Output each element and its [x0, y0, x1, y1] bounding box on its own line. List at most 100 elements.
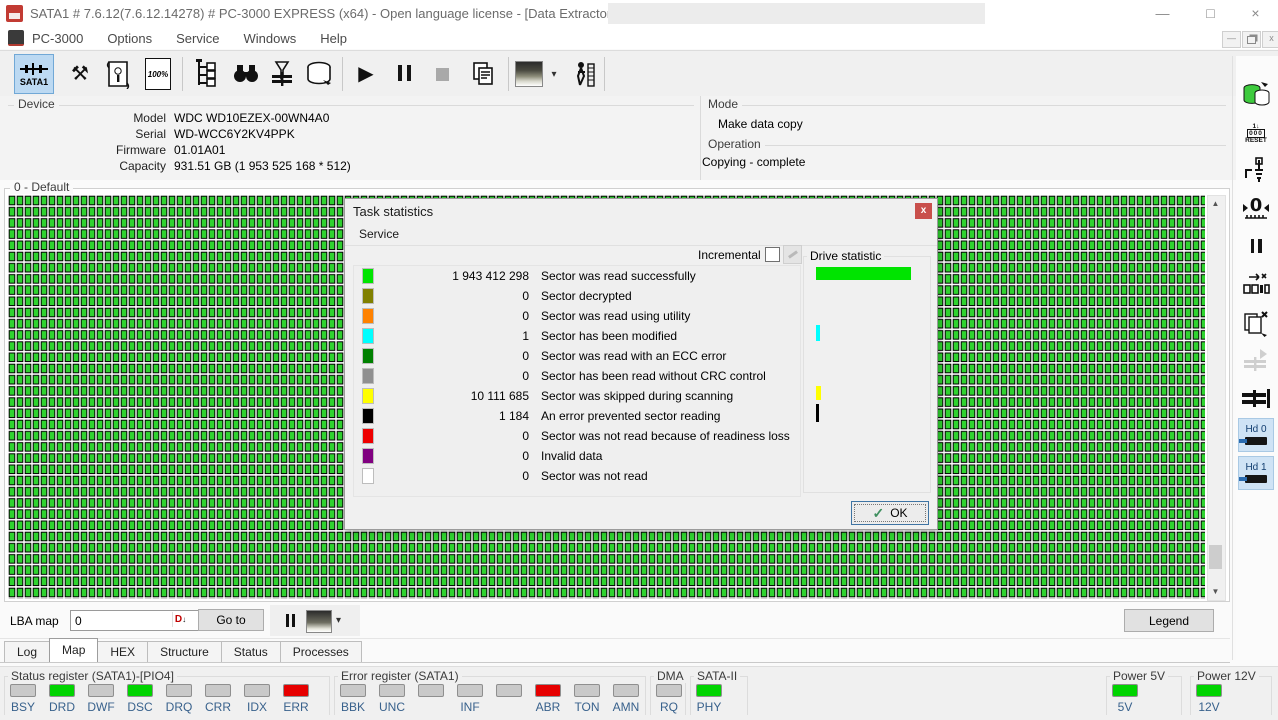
head-test-button[interactable]	[1238, 154, 1274, 188]
maximize-button[interactable]: □	[1188, 0, 1233, 27]
person-icon	[576, 62, 595, 87]
menu-item-options[interactable]: Options	[107, 31, 152, 46]
menu-item-service[interactable]: Service	[176, 31, 219, 46]
stat-count: 1	[522, 329, 529, 343]
filter-button[interactable]	[262, 54, 302, 94]
led-cell: AMN	[613, 684, 639, 714]
led-label: ABR	[535, 700, 561, 714]
stat-label: Sector has been modified	[541, 329, 678, 343]
drive-stat-bar	[816, 404, 819, 422]
device-field-row: Serial WD-WCC6Y2KV4PPK	[8, 126, 694, 142]
window-title: SATA1 # 7.6.12(7.6.12.14278) # PC-3000 E…	[30, 6, 657, 21]
copy-pages-button[interactable]	[464, 54, 504, 94]
led-indicator-amn	[613, 684, 639, 697]
merge-filter-button[interactable]	[1238, 382, 1274, 416]
stat-row: 1 943 412 298 Sector was read successfull…	[354, 266, 800, 286]
legend-button[interactable]: Legend	[1124, 609, 1214, 632]
stat-count: 0	[522, 449, 529, 463]
map-scrollbar[interactable]: ▲ ▼	[1207, 195, 1226, 601]
mdi-restore-button[interactable]	[1242, 31, 1261, 48]
tab-status[interactable]: Status	[220, 641, 281, 662]
tab-processes[interactable]: Processes	[279, 641, 362, 662]
edit-button[interactable]	[783, 245, 802, 264]
decimal-mode-icon[interactable]: D↓	[172, 612, 188, 627]
tab-map[interactable]: Map	[49, 638, 99, 662]
map-preview-dropdown[interactable]: ▾	[546, 54, 562, 94]
stop-button[interactable]	[422, 54, 462, 94]
database-button[interactable]	[300, 54, 340, 94]
scroll-down-icon[interactable]: ▼	[1208, 584, 1223, 600]
delete-pages-icon	[1244, 311, 1268, 337]
toolbar-separator	[342, 57, 343, 91]
map-pause-icon[interactable]	[284, 614, 296, 632]
stat-row: 0 Sector has been read without CRC contro…	[354, 366, 800, 386]
info-panel: Device Model WDC WD10EZEX-00WN4A0 Serial WD…	[0, 96, 1278, 180]
stat-count: 1 184	[498, 409, 529, 423]
check-icon: ✓	[872, 504, 885, 521]
tab-structure[interactable]: Structure	[147, 641, 222, 662]
led-cell: BSY	[10, 684, 36, 714]
led-cell: DRQ	[166, 684, 192, 714]
app-window: SATA1 # 7.6.12(7.6.12.14278) # PC-3000 E…	[0, 0, 1278, 720]
search-button[interactable]	[226, 54, 266, 94]
mode-group-title: Mode	[704, 97, 743, 111]
script-button[interactable]	[98, 54, 138, 94]
map-preview-button[interactable]	[512, 54, 546, 94]
drive-statistic-group: Drive statistic	[803, 249, 931, 493]
scrollbar-thumb[interactable]	[1209, 545, 1222, 569]
stat-label: An error prevented sector reading	[541, 409, 721, 423]
led-cell: DRD	[49, 684, 75, 714]
tab-hex[interactable]: HEX	[97, 641, 149, 662]
led-indicator-drq	[166, 684, 192, 697]
hd1-button[interactable]: Hd 1	[1238, 456, 1274, 490]
dialog-menu-service[interactable]: Service	[359, 227, 399, 241]
menu-item-pc-3000[interactable]: PC-3000	[32, 31, 83, 46]
delete-copy-button[interactable]	[1238, 306, 1274, 340]
process-monitor-button[interactable]	[564, 54, 604, 94]
led-indicator-abr	[535, 684, 561, 697]
menu-item-windows[interactable]: Windows	[243, 31, 296, 46]
pause-task-button[interactable]	[1238, 230, 1274, 264]
led-indicator-crr	[205, 684, 231, 697]
led-indicator-inf	[457, 684, 483, 697]
reset-counter-button[interactable]: 1↓ 000 RESET	[1238, 116, 1274, 150]
hard-drive-icon	[1239, 475, 1267, 483]
goto-button[interactable]: Go to	[198, 609, 264, 631]
binoculars-icon	[234, 65, 258, 82]
mdi-close-button[interactable]: x	[1262, 31, 1278, 48]
stat-row: 1 184 An error prevented sector reading	[354, 406, 800, 426]
utilities-button[interactable]: ⚒	[60, 54, 100, 94]
resume-filter-button[interactable]	[1238, 344, 1274, 378]
skip-sectors-button[interactable]	[1238, 268, 1274, 302]
percent-view-button[interactable]: 100%	[138, 54, 178, 94]
device-field-value: WDC WD10EZEX-00WN4A0	[174, 111, 330, 125]
pause-button[interactable]	[384, 54, 424, 94]
heads-counter-button[interactable]: 0	[1238, 192, 1274, 226]
dialog-close-button[interactable]: x	[915, 203, 932, 219]
led-indicator-dwf	[88, 684, 114, 697]
led-label: 5V	[1117, 700, 1133, 714]
lba-input[interactable]	[70, 610, 214, 631]
stat-color-swatch	[362, 288, 374, 304]
close-button[interactable]: ×	[1233, 0, 1278, 27]
minimize-button[interactable]: —	[1140, 0, 1185, 27]
chevron-down-icon[interactable]: ▾	[336, 615, 341, 626]
start-button[interactable]: ▶	[346, 54, 386, 94]
structure-tree-button[interactable]	[186, 54, 226, 94]
data-copy-button[interactable]	[1238, 78, 1274, 112]
led-cell: INF	[457, 684, 483, 714]
tree-icon	[196, 59, 216, 87]
hd0-button[interactable]: Hd 0	[1238, 418, 1274, 452]
menu-item-help[interactable]: Help	[320, 31, 347, 46]
mdi-minimize-button[interactable]: —	[1222, 31, 1241, 48]
map-preview-icon[interactable]	[306, 610, 332, 633]
toolbar-separator	[508, 57, 509, 91]
tab-log[interactable]: Log	[4, 641, 51, 662]
sata1-port-button[interactable]: SATA1	[14, 54, 54, 94]
led-cell: TON	[574, 684, 600, 714]
stat-label: Sector has been read without CRC control	[541, 369, 766, 383]
led-indicator-ton	[574, 684, 600, 697]
scroll-up-icon[interactable]: ▲	[1208, 196, 1223, 212]
ok-button[interactable]: ✓ OK	[851, 501, 929, 525]
incremental-checkbox[interactable]	[765, 247, 780, 262]
